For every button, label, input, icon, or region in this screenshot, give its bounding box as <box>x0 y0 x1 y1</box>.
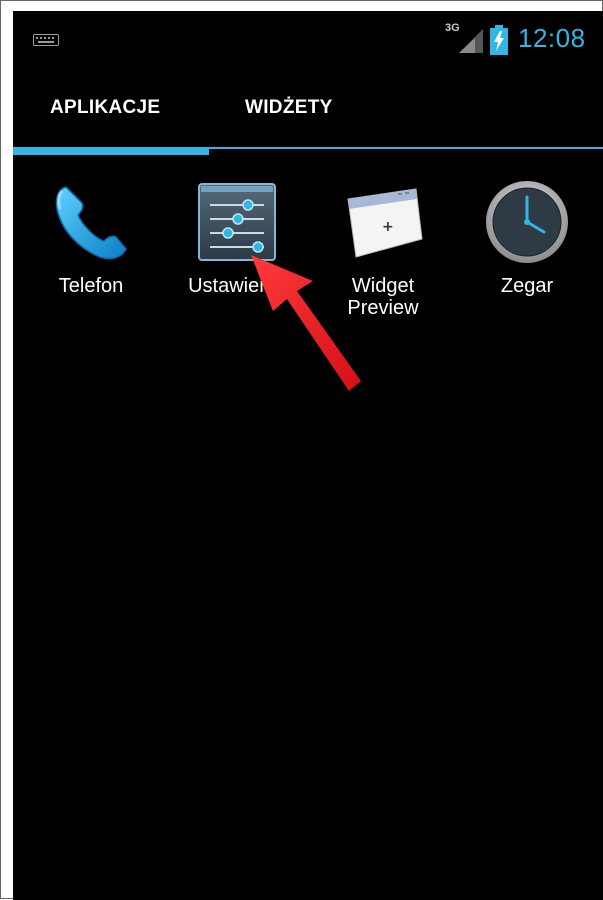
battery-charging-icon <box>490 25 508 55</box>
status-bar: 3G 12:08 <box>13 11 603 67</box>
android-screen: 3G 12:08 APLIKACJE WIDŻETY Telefon Ustaw… <box>13 11 603 900</box>
app-label: Telefon <box>58 275 124 297</box>
red-arrow-icon <box>251 255 361 391</box>
phone-icon <box>55 186 127 260</box>
app-zegar[interactable]: Zegar <box>457 177 597 297</box>
signal-icon <box>459 29 483 53</box>
app-telefon[interactable]: Telefon <box>21 177 161 297</box>
screenshot-frame: 3G 12:08 APLIKACJE WIDŻETY Telefon Ustaw… <box>0 0 603 900</box>
clock-icon <box>486 181 568 263</box>
keyboard-icon <box>33 34 59 46</box>
tab-selected-indicator <box>13 147 209 155</box>
app-label: Zegar <box>500 275 554 297</box>
status-clock: 12:08 <box>518 23 586 53</box>
tab-apps[interactable]: APLIKACJE <box>50 97 160 119</box>
tab-widgets[interactable]: WIDŻETY <box>245 97 333 119</box>
svg-text:+: + <box>382 219 394 235</box>
